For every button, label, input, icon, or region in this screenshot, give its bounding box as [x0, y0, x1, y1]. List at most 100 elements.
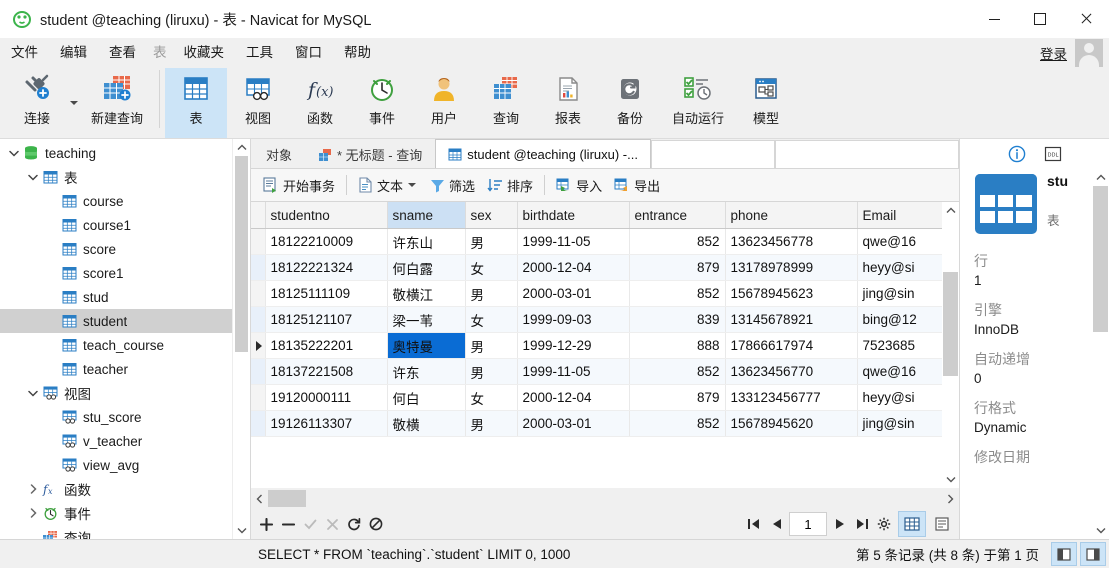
tab-objects[interactable]: 对象 [253, 140, 306, 168]
cell-sname[interactable]: 许东山 [387, 228, 466, 255]
maximize-button[interactable] [1017, 0, 1063, 38]
chevron-right-icon[interactable] [25, 501, 41, 525]
sidebar-scroll-thumb[interactable] [235, 156, 248, 352]
sidebar-item-[interactable]: 事件 [0, 501, 250, 525]
hscroll-thumb[interactable] [268, 490, 306, 507]
cell-sname[interactable]: 许东 [387, 358, 466, 385]
menu-favorites[interactable]: 收藏夹 [173, 38, 236, 68]
chevron-down-icon[interactable] [25, 381, 41, 405]
last-page-button[interactable] [851, 512, 873, 536]
column-header-email[interactable]: Email [857, 202, 944, 229]
begin-transaction-button[interactable]: 开始事务 [257, 172, 341, 198]
chevron-down-icon[interactable] [70, 101, 78, 105]
cell-birthdate[interactable]: 1999-12-29 [517, 332, 630, 359]
info-icon[interactable] [1007, 144, 1027, 164]
info-scroll-thumb[interactable] [1093, 186, 1108, 332]
cell-email[interactable]: heyy@si [857, 384, 944, 411]
toolbar-new-query[interactable]: 新建查询 [80, 68, 154, 138]
cell-studentno[interactable]: 18137221508 [265, 358, 388, 385]
form-view-toggle[interactable] [929, 512, 955, 536]
prev-page-button[interactable] [765, 512, 787, 536]
grid-settings-button[interactable] [873, 512, 895, 536]
cell-entrance[interactable]: 852 [629, 358, 726, 385]
sidebar-scrollbar[interactable] [232, 139, 250, 539]
cell-email[interactable]: qwe@16 [857, 358, 944, 385]
cell-entrance[interactable]: 879 [629, 254, 726, 281]
grid-horizontal-scrollbar[interactable] [251, 488, 959, 509]
cell-studentno[interactable]: 19120000111 [265, 384, 388, 411]
sidebar-item-[interactable]: 查询 [0, 525, 250, 539]
cell-entrance[interactable]: 852 [629, 280, 726, 307]
first-page-button[interactable] [743, 512, 765, 536]
column-header-entrance[interactable]: entrance [629, 202, 726, 229]
sidebar-item-course1[interactable]: course1 [0, 213, 250, 237]
cell-phone[interactable]: 133123456777 [725, 384, 858, 411]
row-indicator[interactable] [251, 280, 266, 307]
cell-birthdate[interactable]: 2000-03-01 [517, 410, 630, 437]
hscroll-track[interactable] [268, 488, 942, 509]
table-row[interactable]: 19120000111 何白女 2000-12-04 879 133123456777 h… [251, 384, 944, 411]
table-row[interactable]: 18137221508 许东男 1999-11-05 852 13623456770 qw… [251, 358, 944, 385]
avatar[interactable] [1075, 39, 1103, 67]
scroll-right-icon[interactable] [942, 488, 959, 509]
refresh-button[interactable] [343, 512, 365, 536]
table-header-row[interactable]: studentno sname sex birthdate entrance phone E… [251, 202, 944, 229]
cell-studentno[interactable]: 19126113307 [265, 410, 388, 437]
export-button[interactable]: 导出 [608, 172, 666, 198]
cell-email[interactable]: heyy@si [857, 254, 944, 281]
cell-studentno[interactable]: 18122221324 [265, 254, 388, 281]
table-row[interactable]: 18125121107 梁一苇女 1999-09-03 839 13145678921 b… [251, 306, 944, 333]
sidebar-item-teacher[interactable]: teacher [0, 357, 250, 381]
delete-record-button[interactable] [277, 512, 299, 536]
toggle-right-pane-button[interactable] [1080, 542, 1106, 566]
scroll-down-icon[interactable] [942, 471, 959, 488]
cell-birthdate[interactable]: 2000-03-01 [517, 280, 630, 307]
cell-birthdate[interactable]: 2000-12-04 [517, 254, 630, 281]
cell-phone[interactable]: 13623456770 [725, 358, 858, 385]
minimize-button[interactable] [971, 0, 1017, 38]
row-indicator[interactable] [251, 306, 266, 333]
toolbar-query[interactable]: 查询 [475, 68, 537, 138]
scroll-down-icon[interactable] [233, 522, 250, 539]
sidebar-item-stu_score[interactable]: stu_score [0, 405, 250, 429]
info-panel-scrollbar[interactable] [1092, 169, 1109, 539]
cell-sex[interactable]: 男 [465, 280, 518, 307]
scroll-up-icon[interactable] [233, 139, 250, 156]
cell-birthdate[interactable]: 1999-11-05 [517, 358, 630, 385]
cell-studentno[interactable]: 18135222201 [265, 332, 388, 359]
student-table[interactable]: studentno sname sex birthdate entrance phone E… [251, 202, 944, 437]
toggle-left-pane-button[interactable] [1051, 542, 1077, 566]
page-number-input[interactable]: 1 [789, 512, 827, 536]
cell-entrance[interactable]: 879 [629, 384, 726, 411]
chevron-right-icon[interactable] [25, 477, 41, 501]
add-record-button[interactable] [255, 512, 277, 536]
cell-sname[interactable]: 何白露 [387, 254, 466, 281]
cell-birthdate[interactable]: 1999-09-03 [517, 306, 630, 333]
cell-sname[interactable]: 敬横江 [387, 280, 466, 307]
sidebar-item-[interactable]: 视图 [0, 381, 250, 405]
cell-sex[interactable]: 男 [465, 228, 518, 255]
row-indicator[interactable] [251, 358, 266, 385]
grid-vertical-scrollbar[interactable] [942, 202, 959, 488]
cell-birthdate[interactable]: 2000-12-04 [517, 384, 630, 411]
scroll-up-icon[interactable] [942, 202, 959, 219]
toolbar-report[interactable]: 报表 [537, 68, 599, 138]
sidebar-item-[interactable]: f x 函数 [0, 477, 250, 501]
toolbar-user[interactable]: 用户 [413, 68, 475, 138]
toolbar-automation[interactable]: 自动运行 [661, 68, 735, 138]
sidebar-item-teaching[interactable]: teaching [0, 141, 250, 165]
sort-button[interactable]: 排序 [481, 172, 539, 198]
cell-studentno[interactable]: 18125121107 [265, 306, 388, 333]
cell-sex[interactable]: 男 [465, 410, 518, 437]
table-body[interactable]: 18122210009 许东山男 1999-11-05 852 13623456778 q… [251, 228, 944, 437]
sidebar-item-view_avg[interactable]: view_avg [0, 453, 250, 477]
table-row[interactable]: 18135222201 奥特曼男 1999-12-29 888 17866617974 7… [251, 332, 944, 359]
table-row[interactable]: 18122210009 许东山男 1999-11-05 852 13623456778 q… [251, 228, 944, 255]
sidebar-item-student[interactable]: student [0, 309, 250, 333]
scroll-up-icon[interactable] [1092, 169, 1109, 186]
sidebar-item-score1[interactable]: score1 [0, 261, 250, 285]
cell-entrance[interactable]: 852 [629, 410, 726, 437]
toolbar-backup[interactable]: 备份 [599, 68, 661, 138]
cell-phone[interactable]: 15678945620 [725, 410, 858, 437]
column-header-phone[interactable]: phone [725, 202, 858, 229]
